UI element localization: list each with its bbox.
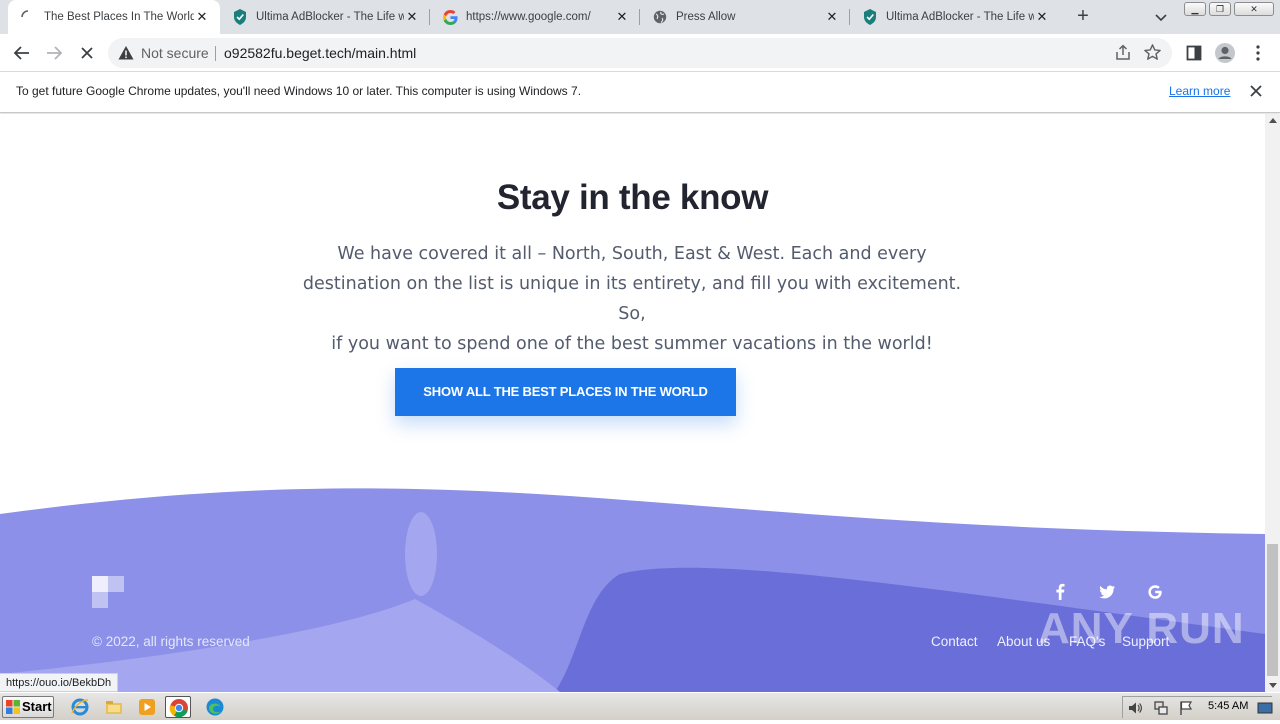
tab-title: https://www.google.com/	[466, 11, 591, 23]
internet-explorer-icon[interactable]	[70, 697, 90, 717]
side-panel-button[interactable]	[1183, 42, 1205, 64]
new-tab-button[interactable]: +	[1072, 6, 1094, 28]
tab-strip: The Best Places In The World ✕ Ultima Ad…	[0, 0, 1280, 34]
facebook-icon[interactable]	[1050, 582, 1070, 602]
file-explorer-icon[interactable]	[104, 697, 124, 717]
close-icon	[81, 47, 93, 59]
address-bar[interactable]: Not secure o92582fu.beget.tech/main.html	[108, 38, 1172, 68]
shield-icon	[862, 9, 878, 25]
close-tab-icon[interactable]: ✕	[614, 9, 630, 25]
globe-icon	[652, 9, 668, 25]
copyright-text: © 2022, all rights reserved	[92, 634, 250, 649]
avatar-icon	[1215, 43, 1235, 63]
section-heading: Stay in the know	[496, 178, 769, 217]
tab-ultima-adblocker-1[interactable]: Ultima AdBlocker - The Life wit ✕	[220, 0, 430, 34]
learn-more-link[interactable]: Learn more	[1169, 84, 1230, 98]
volume-icon[interactable]	[1127, 700, 1143, 721]
action-center-flag-icon[interactable]	[1178, 700, 1194, 721]
stop-loading-button[interactable]	[75, 41, 99, 65]
page-viewport: Stay in the know We have covered it all …	[0, 114, 1265, 692]
edge-icon[interactable]	[205, 697, 225, 717]
tab-search-chevron-icon[interactable]	[1152, 8, 1170, 26]
scroll-down-arrow-icon[interactable]	[1269, 683, 1277, 688]
footer-logo	[92, 576, 124, 608]
status-url-bubble: https://ouo.io/BekbDh	[0, 673, 119, 692]
omnibox-divider	[215, 46, 216, 61]
forward-button[interactable]	[42, 41, 66, 65]
tab-title: The Best Places In The World	[44, 11, 194, 23]
infobar-message: To get future Google Chrome updates, you…	[16, 84, 582, 98]
tab-ultima-adblocker-2[interactable]: Ultima AdBlocker - The Life wit ✕	[850, 0, 1060, 34]
side-panel-icon	[1186, 45, 1202, 61]
close-tab-icon[interactable]: ✕	[824, 9, 840, 25]
paragraph-line: if you want to spend one of the best sum…	[331, 334, 933, 354]
security-label[interactable]: Not secure	[141, 45, 209, 61]
update-infobar: To get future Google Chrome updates, you…	[0, 72, 1280, 113]
google-icon	[442, 9, 458, 25]
media-player-icon[interactable]	[137, 697, 157, 717]
twitter-icon[interactable]	[1097, 582, 1117, 602]
network-icon[interactable]	[1153, 700, 1169, 721]
paragraph-line: We have covered it all – North, South, E…	[337, 244, 927, 264]
minimize-button[interactable]: ▁	[1184, 2, 1206, 16]
back-arrow-icon	[13, 46, 29, 60]
back-button[interactable]	[10, 41, 34, 65]
kebab-menu-icon	[1256, 45, 1260, 61]
tab-press-allow[interactable]: Press Allow ✕	[640, 0, 850, 34]
google-plus-icon[interactable]	[1145, 582, 1165, 602]
tab-title: Ultima AdBlocker - The Life wit	[886, 11, 1034, 23]
profile-button[interactable]	[1214, 42, 1236, 64]
shield-icon	[232, 9, 248, 25]
windows-taskbar: Start 5:45 AM	[0, 692, 1280, 720]
show-all-places-button[interactable]: SHOW ALL THE BEST PLACES IN THE WORLD	[395, 368, 736, 416]
close-infobar-icon[interactable]	[1248, 83, 1264, 99]
share-icon[interactable]	[1114, 44, 1132, 67]
windows-flag-icon	[6, 700, 20, 714]
loading-spinner-icon	[20, 9, 36, 25]
restore-button[interactable]: ❐	[1209, 2, 1231, 16]
close-tab-icon[interactable]: ✕	[404, 9, 420, 25]
forward-arrow-icon	[47, 46, 63, 60]
warning-triangle-icon[interactable]	[118, 45, 134, 66]
system-tray	[1122, 696, 1273, 721]
browser-toolbar: Not secure o92582fu.beget.tech/main.html	[0, 34, 1280, 72]
paragraph-line: destination on the list is unique in its…	[302, 274, 962, 324]
start-button[interactable]: Start	[2, 696, 54, 718]
chrome-taskbar-button[interactable]	[165, 696, 191, 718]
tab-best-places[interactable]: The Best Places In The World ✕	[8, 0, 220, 34]
tab-title: Ultima AdBlocker - The Life wit	[256, 11, 404, 23]
show-desktop-icon[interactable]	[1257, 700, 1273, 721]
section-paragraph: We have covered it all – North, South, E…	[300, 239, 964, 359]
start-label: Start	[22, 699, 52, 714]
close-tab-icon[interactable]: ✕	[194, 9, 210, 25]
scroll-up-arrow-icon[interactable]	[1269, 118, 1277, 123]
close-window-button[interactable]: ✕	[1234, 2, 1274, 16]
footer-wave-background	[0, 488, 1265, 692]
menu-button[interactable]	[1247, 42, 1269, 64]
tab-google[interactable]: https://www.google.com/ ✕	[430, 0, 640, 34]
tab-title: Press Allow	[676, 11, 736, 23]
close-tab-icon[interactable]: ✕	[1034, 9, 1050, 25]
footer-link-contact[interactable]: Contact	[931, 634, 978, 649]
page-scrollbar[interactable]	[1265, 114, 1280, 692]
chrome-icon	[169, 699, 188, 718]
anyrun-watermark: ANY RUN	[1038, 604, 1245, 653]
taskbar-clock[interactable]: 5:45 AM	[1208, 700, 1248, 712]
bookmark-star-icon[interactable]	[1143, 43, 1162, 67]
url-text[interactable]: o92582fu.beget.tech/main.html	[224, 45, 416, 61]
scroll-thumb[interactable]	[1267, 544, 1278, 676]
